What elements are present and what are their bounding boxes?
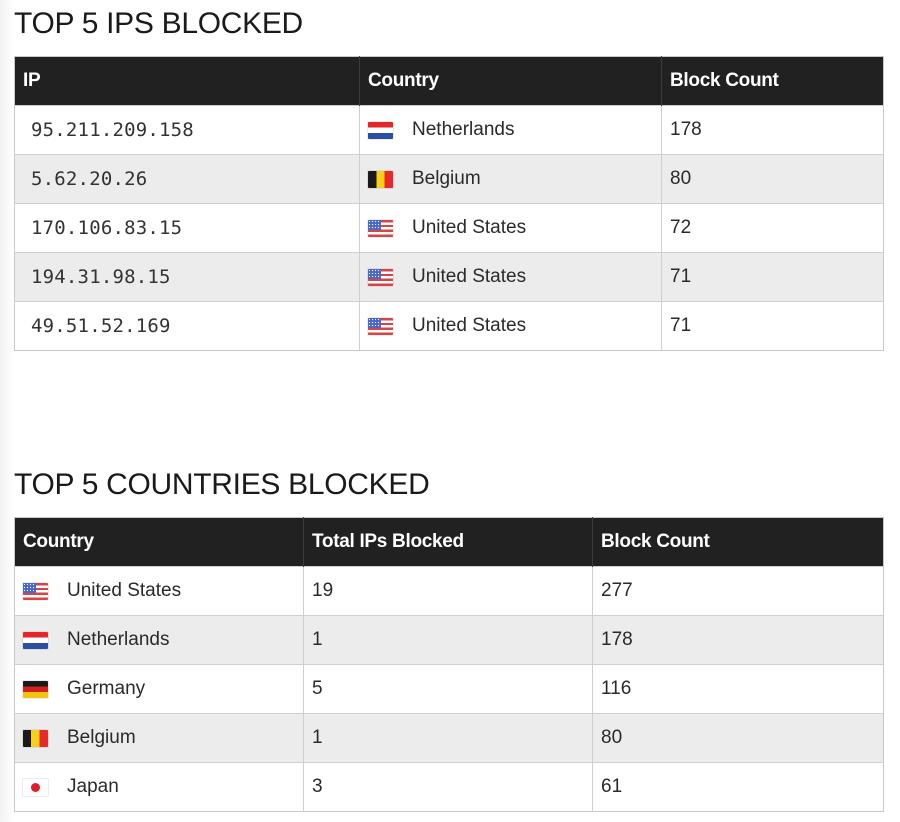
ip-address: 170.106.83.15	[14, 203, 360, 253]
block-count: 72	[670, 217, 692, 238]
top-ips-section: TOP 5 IPS BLOCKED IP Country Block Count…	[14, 0, 884, 351]
country-cell: Belgium	[14, 713, 304, 763]
country-name: Japan	[67, 776, 119, 797]
total-ips-blocked: 5	[303, 664, 593, 714]
column-header-total-ips-blocked[interactable]: Total IPs Blocked	[303, 517, 593, 567]
block-count: 80	[601, 727, 623, 748]
ip-address: 95.211.209.158	[14, 105, 360, 155]
country-cell: Germany	[14, 664, 304, 714]
country-cell: Japan	[14, 762, 304, 812]
flag-be-icon	[23, 729, 48, 747]
country-cell: Netherlands	[14, 615, 304, 665]
block-count: 277	[601, 580, 633, 601]
total-ips-blocked: 3	[303, 762, 593, 812]
block-count: 71	[670, 315, 692, 336]
block-count: 71	[670, 266, 692, 287]
country-name: Netherlands	[67, 629, 170, 650]
country-name: Germany	[67, 678, 146, 699]
flag-us-icon	[368, 317, 393, 335]
top-ips-table: IP Country Block Count 95.211.209.158 Ne…	[14, 56, 884, 351]
flag-us-icon	[368, 219, 393, 237]
table-row: Netherlands 1 178	[14, 615, 884, 665]
top-countries-title: TOP 5 COUNTRIES BLOCKED	[14, 468, 430, 501]
flag-us-icon	[23, 582, 48, 600]
block-count: 80	[670, 168, 692, 189]
flag-nl-icon	[23, 631, 48, 649]
column-header-country[interactable]: Country	[359, 56, 662, 106]
flag-us-icon	[368, 268, 393, 286]
flag-nl-icon	[368, 121, 393, 139]
page-edge-shade	[0, 0, 12, 822]
country-name: United States	[412, 315, 527, 336]
table-row: United States 19 277	[14, 566, 884, 616]
country-cell: Netherlands	[359, 105, 662, 155]
top-countries-section: TOP 5 COUNTRIES BLOCKED Country Total IP…	[14, 462, 884, 812]
table-row: 49.51.52.169 United States 71	[14, 301, 884, 351]
block-count: 178	[670, 119, 702, 140]
country-cell: Belgium	[359, 154, 662, 204]
table-row: Belgium 1 80	[14, 713, 884, 763]
ip-address: 49.51.52.169	[14, 301, 360, 351]
ip-address: 5.62.20.26	[14, 154, 360, 204]
country-cell: United States	[359, 301, 662, 351]
country-cell: United States	[359, 252, 662, 302]
total-ips-blocked: 19	[303, 566, 593, 616]
table-row: Germany 5 116	[14, 664, 884, 714]
flag-jp-icon	[23, 778, 48, 796]
total-ips-blocked: 1	[303, 713, 593, 763]
country-name: United States	[67, 580, 182, 601]
block-count: 178	[601, 629, 633, 650]
table-row: 95.211.209.158 Netherlands 178	[14, 105, 884, 155]
table-row: 194.31.98.15 United States 71	[14, 252, 884, 302]
column-header-block-count[interactable]: Block Count	[593, 518, 884, 567]
top-ips-title: TOP 5 IPS BLOCKED	[14, 7, 303, 40]
table-header-row: IP Country Block Count	[14, 56, 884, 106]
ip-address: 194.31.98.15	[14, 252, 360, 302]
table-row: 5.62.20.26 Belgium 80	[14, 154, 884, 204]
block-count: 116	[601, 678, 632, 699]
table-row: 170.106.83.15 United States 72	[14, 203, 884, 253]
block-count: 61	[601, 776, 623, 797]
country-name: Belgium	[67, 727, 136, 748]
flag-be-icon	[368, 170, 393, 188]
column-header-block-count[interactable]: Block Count	[662, 57, 884, 106]
column-header-country[interactable]: Country	[14, 517, 304, 567]
country-cell: United States	[14, 566, 304, 616]
total-ips-blocked: 1	[303, 615, 593, 665]
country-name: United States	[412, 217, 527, 238]
flag-de-icon	[23, 680, 48, 698]
country-name: Belgium	[412, 168, 481, 189]
country-name: United States	[412, 266, 527, 287]
table-header-row: Country Total IPs Blocked Block Count	[14, 517, 884, 567]
top-countries-table: Country Total IPs Blocked Block Count Un…	[14, 517, 884, 812]
column-header-ip[interactable]: IP	[14, 56, 360, 106]
country-name: Netherlands	[412, 119, 515, 140]
country-cell: United States	[359, 203, 662, 253]
table-row: Japan 3 61	[14, 762, 884, 812]
